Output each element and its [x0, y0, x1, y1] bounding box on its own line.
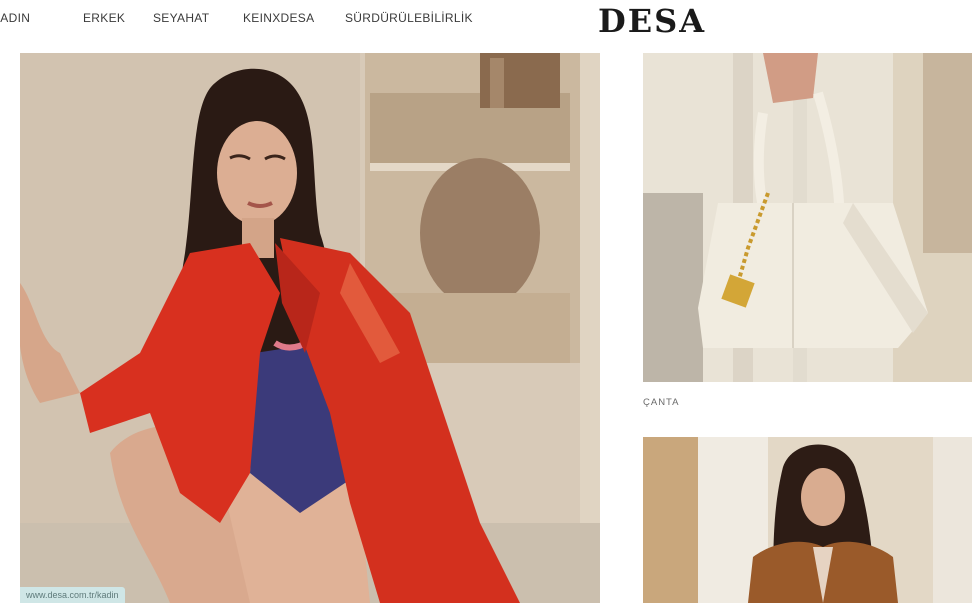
brand-logo[interactable]: DESA	[598, 2, 706, 40]
product-image-woman-brown-jacket[interactable]	[643, 437, 972, 603]
category-caption-canta[interactable]: ÇANTA	[643, 397, 680, 408]
top-navigation: KADIN ERKEK SEYAHAT KEINxDESA SÜRDÜRÜLEB…	[0, 0, 972, 44]
nav-item-keinxdesa[interactable]: KEINxDESA	[243, 11, 314, 25]
product-image-handbag[interactable]	[643, 53, 972, 382]
status-bar-url: www.desa.com.tr/kadin	[20, 587, 125, 603]
nav-item-kadin[interactable]: KADIN	[0, 11, 30, 25]
nav-item-seyahat[interactable]: SEYAHAT	[153, 11, 209, 25]
nav-item-surdurulebilirlik[interactable]: SÜRDÜRÜLEBİLİRLİK	[345, 11, 473, 25]
nav-item-erkek[interactable]: ERKEK	[83, 11, 125, 25]
hero-image-woman-red-jacket[interactable]	[20, 53, 600, 603]
